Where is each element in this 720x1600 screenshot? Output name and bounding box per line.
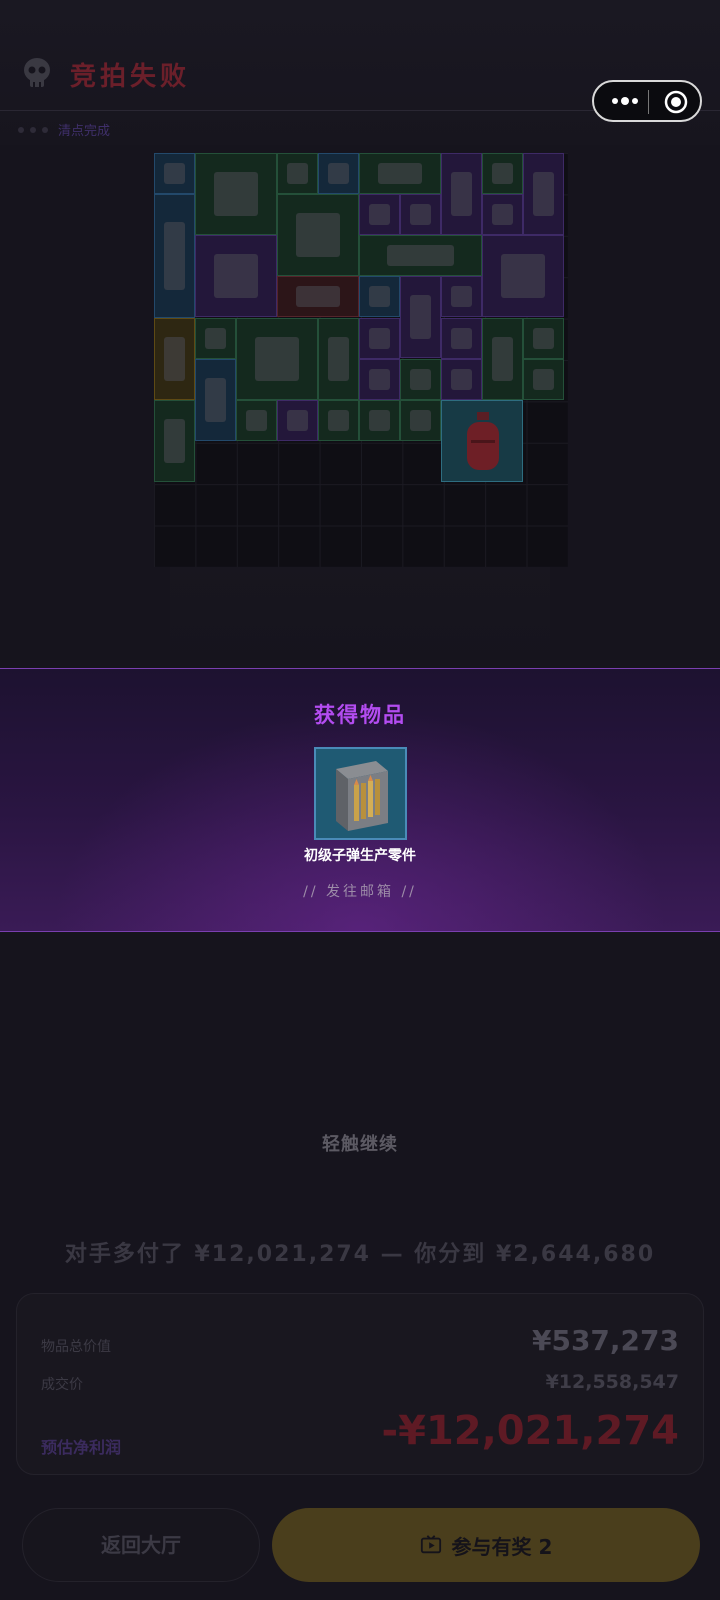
- grid-item: [318, 153, 359, 194]
- gas-canister-item: [441, 400, 523, 482]
- profit-label: 预估净利润: [41, 1438, 122, 1457]
- profit-value: -¥12,021,274: [381, 1408, 679, 1454]
- grid-item: [154, 194, 195, 318]
- progress-dot: [30, 126, 36, 133]
- reward-title: 获得物品: [314, 703, 406, 727]
- more-dots-icon[interactable]: [610, 92, 640, 110]
- total-value: ¥537,273: [531, 1324, 679, 1357]
- deal-price-label: 成交价: [41, 1377, 83, 1393]
- grid-item: [359, 359, 400, 400]
- grid-item: [400, 359, 441, 400]
- grid-item: [359, 194, 400, 235]
- grid-item: [482, 235, 564, 317]
- reward-banner: 获得物品 初级子弹生产零件 // 发往邮箱 //: [0, 668, 720, 932]
- grid-item: [154, 318, 195, 400]
- grid-item: [154, 400, 195, 482]
- page-title: 竞拍失败: [70, 62, 191, 92]
- grid-item: [441, 153, 482, 235]
- grid-item: [359, 235, 482, 276]
- grid-item: [318, 400, 359, 441]
- progress-dot: [18, 126, 24, 133]
- ammo-box-icon: [336, 761, 388, 831]
- grid-item: [400, 276, 441, 358]
- grid-item: [195, 359, 236, 441]
- grid-shadow: [170, 567, 550, 667]
- tap-to-continue[interactable]: 轻触继续: [0, 1130, 720, 1156]
- settlement-card: 物品总价值 ¥537,273 成交价 ¥12,558,547 预估净利润 -¥1…: [16, 1293, 704, 1475]
- grid-item: [154, 153, 195, 194]
- grid-item: [318, 318, 359, 400]
- grid-item: [277, 400, 318, 441]
- grid-item: [359, 153, 441, 194]
- inventory-grid: [154, 153, 568, 567]
- header: 竞拍失败 清点完成: [0, 0, 720, 145]
- capsule-divider: [648, 90, 649, 114]
- grid-item: [359, 318, 400, 359]
- grid-item: [523, 359, 564, 400]
- grid-item: [236, 318, 318, 400]
- gas-canister-icon: [467, 412, 499, 470]
- grid-item: [400, 194, 441, 235]
- reward-item-name: 初级子弹生产零件: [304, 848, 416, 863]
- grid-item: [441, 276, 482, 317]
- join-reward-button[interactable]: 参与有奖 2: [272, 1508, 700, 1582]
- grid-item: [359, 276, 400, 317]
- reward-destination: // 发往邮箱 //: [303, 884, 417, 900]
- grid-item: [441, 318, 482, 359]
- grid-item: [277, 276, 359, 317]
- reward-item-card[interactable]: [314, 747, 407, 840]
- grid-item: [482, 153, 523, 194]
- grid-item: [400, 400, 441, 441]
- join-reward-label: 参与有奖 2: [451, 1534, 553, 1559]
- grid-item: [441, 359, 482, 400]
- progress-dots: [18, 126, 48, 133]
- target-close-icon[interactable]: [664, 90, 688, 114]
- tv-play-icon: [420, 1535, 441, 1554]
- summary-headline: 对手多付了 ¥12,021,274 — 你分到 ¥2,644,680: [64, 1242, 656, 1267]
- deal-price: ¥12,558,547: [545, 1371, 679, 1393]
- miniprogram-capsule: [592, 80, 702, 122]
- back-to-lobby-button[interactable]: 返回大厅: [22, 1508, 260, 1582]
- progress-dot: [42, 126, 48, 133]
- status-text: 清点完成: [58, 124, 111, 139]
- grid-item: [195, 235, 277, 317]
- grid-item: [195, 153, 277, 235]
- grid-item: [277, 153, 318, 194]
- grid-item: [482, 318, 523, 400]
- status-row: 清点完成: [18, 120, 110, 139]
- grid-item: [359, 400, 400, 441]
- grid-item: [523, 153, 564, 235]
- grid-item: [482, 194, 523, 235]
- total-value-label: 物品总价值: [41, 1339, 111, 1355]
- skull-icon: [24, 58, 50, 87]
- grid-item: [277, 194, 359, 276]
- grid-item: [236, 400, 277, 441]
- grid-item: [195, 318, 236, 359]
- grid-item: [523, 318, 564, 359]
